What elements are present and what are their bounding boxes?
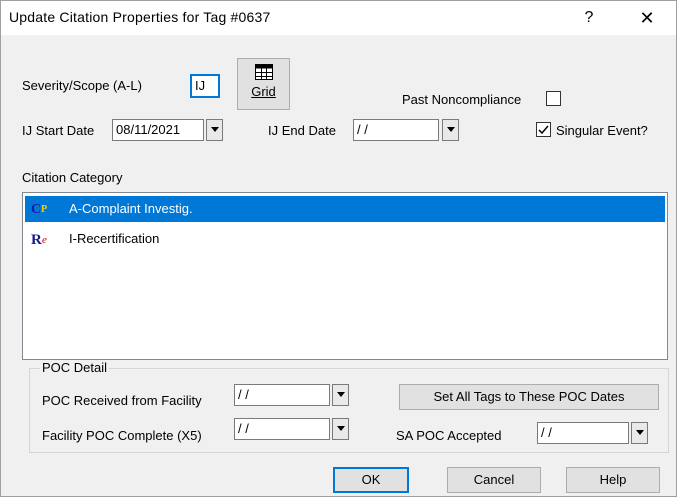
svg-text:R: R <box>31 232 42 247</box>
sa-poc-accepted-label: SA POC Accepted <box>396 428 502 443</box>
past-noncompliance-checkbox[interactable] <box>546 91 561 106</box>
help-button[interactable]: Help <box>566 467 660 493</box>
severity-input[interactable]: IJ <box>190 74 220 98</box>
ok-button[interactable]: OK <box>333 467 409 493</box>
svg-text:P: P <box>41 204 47 215</box>
list-item-label: I-Recertification <box>69 231 160 246</box>
close-button[interactable]: ✕ <box>627 5 667 31</box>
ij-start-date-label: IJ Start Date <box>22 123 95 138</box>
poc-received-input[interactable]: / / <box>234 384 330 406</box>
complaint-icon: C P <box>31 202 47 217</box>
checkmark-icon <box>538 125 549 135</box>
facility-poc-complete-label: Facility POC Complete (X5) <box>42 428 202 443</box>
citation-category-list[interactable]: C P A-Complaint Investig. R e I-Recertif… <box>22 192 668 360</box>
list-item[interactable]: C P A-Complaint Investig. <box>25 196 665 222</box>
grid-button-label: Grid <box>251 84 276 99</box>
list-item[interactable]: R e I-Recertification <box>25 226 665 252</box>
ij-end-date-label: IJ End Date <box>268 123 336 138</box>
ij-start-date-input[interactable]: 08/11/2021 <box>112 119 204 141</box>
set-all-tags-button[interactable]: Set All Tags to These POC Dates <box>399 384 659 410</box>
citation-category-label: Citation Category <box>22 170 123 185</box>
poc-received-dropdown[interactable] <box>332 384 349 406</box>
facility-poc-complete-dropdown[interactable] <box>332 418 349 440</box>
list-item-label: A-Complaint Investig. <box>69 201 193 216</box>
svg-text:C: C <box>31 202 41 217</box>
title-bar: Update Citation Properties for Tag #0637… <box>1 1 676 35</box>
grid-button[interactable]: Grid <box>237 58 290 110</box>
help-title-button[interactable]: ? <box>569 5 609 31</box>
severity-label: Severity/Scope (A-L) <box>22 78 142 93</box>
facility-poc-complete-input[interactable]: / / <box>234 418 330 440</box>
dialog-title: Update Citation Properties for Tag #0637 <box>9 9 271 25</box>
ij-end-date-input[interactable]: / / <box>353 119 439 141</box>
singular-event-label: Singular Event? <box>556 123 648 138</box>
svg-text:e: e <box>42 234 47 246</box>
ij-end-date-dropdown[interactable] <box>442 119 459 141</box>
poc-received-label: POC Received from Facility <box>42 393 202 408</box>
sa-poc-accepted-dropdown[interactable] <box>631 422 648 444</box>
grid-icon <box>255 64 273 80</box>
cancel-button[interactable]: Cancel <box>447 467 541 493</box>
past-noncompliance-label: Past Noncompliance <box>402 92 522 107</box>
poc-detail-label: POC Detail <box>40 360 110 375</box>
recertification-icon: R e <box>31 232 47 247</box>
ij-start-date-dropdown[interactable] <box>206 119 223 141</box>
dialog-window: Update Citation Properties for Tag #0637… <box>0 0 677 497</box>
singular-event-checkbox[interactable] <box>536 122 551 137</box>
sa-poc-accepted-input[interactable]: / / <box>537 422 629 444</box>
